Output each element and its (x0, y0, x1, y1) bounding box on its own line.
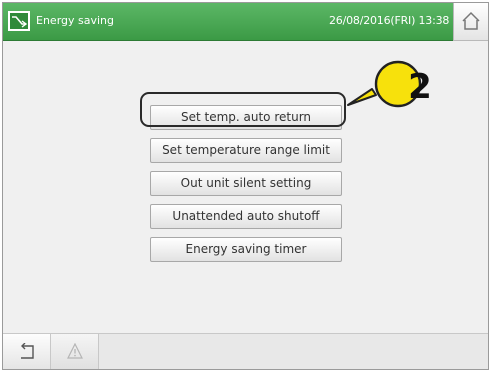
back-arrow-icon (21, 343, 34, 359)
warning-icon (67, 343, 83, 359)
back-button[interactable] (3, 334, 51, 369)
set-temperature-range-limit-button[interactable]: Set temperature range limit (150, 138, 342, 163)
highlight-outline (140, 92, 346, 127)
unattended-auto-shutoff-button[interactable]: Unattended auto shutoff (150, 204, 342, 229)
energy-saving-timer-button[interactable]: Energy saving timer (150, 237, 342, 262)
out-unit-silent-setting-button[interactable]: Out unit silent setting (150, 171, 342, 196)
footer-bar (3, 333, 488, 369)
page-title: Energy saving (36, 14, 114, 27)
callout-number: 2 (408, 67, 432, 107)
energy-saving-icon (8, 11, 30, 31)
home-button[interactable] (453, 3, 488, 41)
title-bar: Energy saving 26/08/2016(FRI) 13:38 (3, 3, 453, 41)
warning-button[interactable] (51, 334, 99, 369)
datetime-display: 26/08/2016(FRI) 13:38 (329, 14, 450, 27)
home-icon (462, 11, 480, 30)
